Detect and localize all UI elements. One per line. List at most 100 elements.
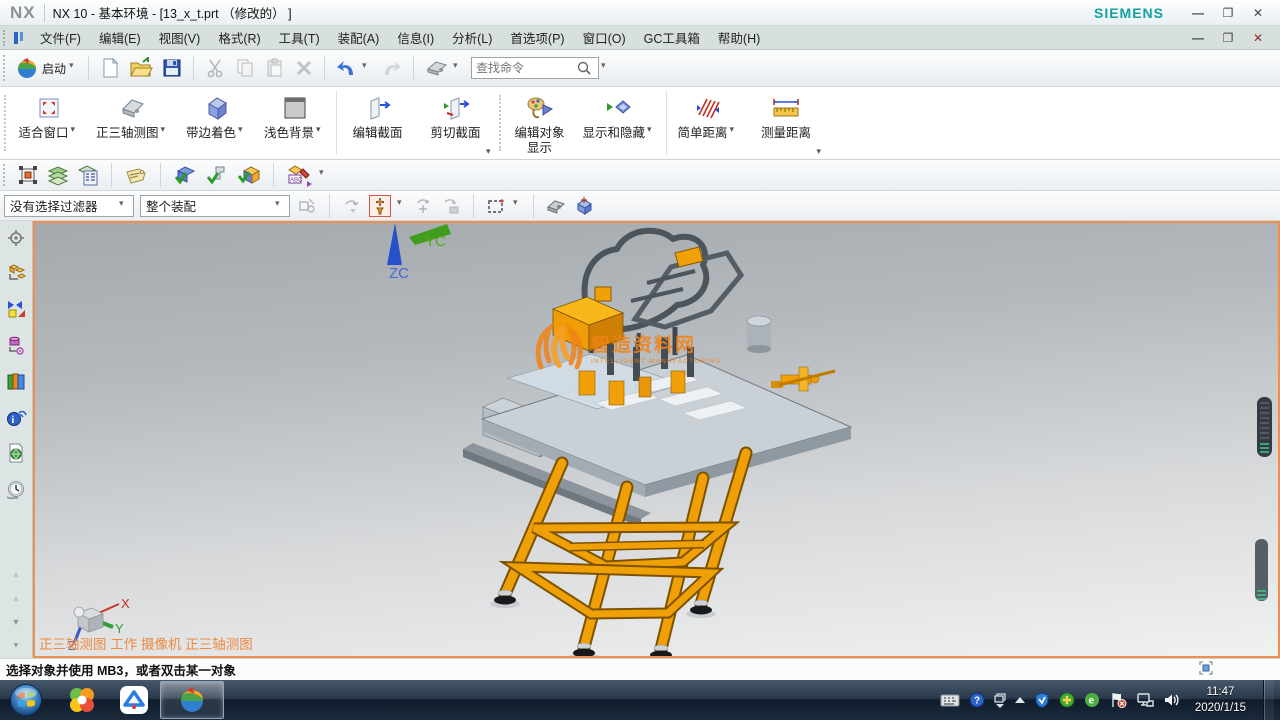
trimetric-view-button[interactable]: 正三轴测图 <box>88 87 178 159</box>
taskbar-app-nx[interactable] <box>160 681 224 719</box>
undo-button[interactable] <box>332 55 374 81</box>
menu-preferences[interactable]: 首选项(P) <box>501 26 573 49</box>
menu-assemblies[interactable]: 装配(A) <box>329 26 389 49</box>
menu-analysis[interactable]: 分析(L) <box>443 26 501 49</box>
show-hide-button[interactable]: 显示和隐藏 <box>575 87 665 159</box>
doc-minimize-button[interactable] <box>1190 31 1206 45</box>
clip-region-icon[interactable] <box>1198 660 1214 679</box>
edit-section-button[interactable]: 编辑截面 <box>339 87 417 159</box>
abc-edit-icon[interactable]: ABC <box>285 163 313 187</box>
toolbar-grip[interactable] <box>3 164 5 186</box>
toolbar-grip[interactable] <box>4 95 6 151</box>
layer-stack-icon[interactable] <box>46 163 70 187</box>
save-button[interactable] <box>158 55 186 81</box>
light-background-button[interactable]: 浅色背景 <box>256 87 334 159</box>
fit-window-button[interactable]: 适合窗口 <box>10 87 88 159</box>
check-block-icon[interactable] <box>172 163 198 187</box>
chevron-down-icon[interactable] <box>817 143 822 157</box>
hd3d-tools-icon[interactable]: i <box>5 407 27 427</box>
scroll-down-double-icon[interactable]: ⯆ <box>12 642 19 650</box>
selection-scope-combo[interactable]: 整个装配 <box>140 195 290 217</box>
show-hidden-icons-button[interactable] <box>1015 697 1025 703</box>
close-button[interactable] <box>1250 6 1266 20</box>
web-browser-icon[interactable] <box>6 443 26 463</box>
chevron-down-icon[interactable] <box>71 126 80 135</box>
selection-filter-combo[interactable]: 没有选择过滤器 <box>4 195 134 217</box>
toolbar-grip[interactable] <box>3 30 5 46</box>
new-file-button[interactable] <box>96 55 124 81</box>
open-file-button[interactable] <box>126 55 156 81</box>
chevron-down-icon[interactable] <box>69 64 78 73</box>
cube-select-icon[interactable] <box>573 195 595 217</box>
chevron-down-icon[interactable] <box>486 143 491 157</box>
security-shield-icon[interactable] <box>1034 692 1050 708</box>
menu-edit[interactable]: 编辑(E) <box>90 26 150 49</box>
wcs-triad[interactable]: ZC YC <box>387 223 451 282</box>
toolbar-grip[interactable] <box>499 95 501 151</box>
assembly-navigator-icon[interactable] <box>6 263 26 283</box>
chevron-down-icon[interactable] <box>730 126 739 135</box>
browser-e-icon[interactable]: e <box>1084 692 1100 708</box>
clip-section-button[interactable]: 剪切截面 <box>417 87 495 159</box>
toolbar-grip[interactable] <box>3 55 5 81</box>
volume-icon[interactable] <box>1163 692 1180 708</box>
chevron-down-icon[interactable] <box>362 64 371 73</box>
check-tool-icon[interactable] <box>204 163 230 187</box>
chevron-down-icon[interactable] <box>238 126 247 135</box>
search-input[interactable] <box>476 61 576 75</box>
network-icon[interactable] <box>1136 692 1154 708</box>
simple-distance-button[interactable]: 简单距离 <box>669 87 747 159</box>
show-desktop-button[interactable] <box>1263 680 1274 720</box>
chevron-down-icon[interactable] <box>319 171 328 180</box>
antivirus-plus-icon[interactable] <box>1059 692 1075 708</box>
menu-help[interactable]: 帮助(H) <box>709 26 769 49</box>
part-navigator-icon[interactable] <box>6 335 26 355</box>
chevron-down-icon[interactable] <box>119 201 128 210</box>
menu-tools[interactable]: 工具(T) <box>270 26 329 49</box>
chevron-down-icon[interactable] <box>161 126 170 135</box>
history-icon[interactable] <box>5 479 27 501</box>
chevron-down-icon[interactable] <box>601 64 610 73</box>
reuse-library-icon[interactable] <box>5 371 27 391</box>
help-icon[interactable]: ? <box>969 692 985 708</box>
start-menu-button[interactable]: 启动 <box>12 54 81 82</box>
node-handles-icon[interactable] <box>16 163 40 187</box>
doc-close-button[interactable] <box>1250 31 1266 45</box>
chevron-down-icon[interactable] <box>316 126 325 135</box>
language-restore[interactable] <box>994 693 1006 708</box>
menu-window[interactable]: 窗口(O) <box>574 26 635 49</box>
constraint-navigator-icon[interactable] <box>6 299 26 319</box>
menu-file[interactable]: 文件(F) <box>31 26 90 49</box>
start-button[interactable] <box>8 682 44 718</box>
menu-gc-toolbox[interactable]: GC工具箱 <box>635 26 709 49</box>
action-center-flag-icon[interactable] <box>1109 692 1127 708</box>
scroll-down-icon[interactable]: ▼ <box>12 618 21 626</box>
taskbar-app-swirl[interactable] <box>56 680 108 720</box>
snap-point-filter-icon[interactable] <box>369 195 391 217</box>
minimize-button[interactable] <box>1190 6 1206 20</box>
note-tag-icon[interactable] <box>123 163 149 187</box>
edit-object-display-button[interactable]: 编辑对象显示 <box>505 87 575 159</box>
command-finder[interactable] <box>471 57 599 79</box>
input-method-icon[interactable] <box>940 692 960 708</box>
sheet-list-icon[interactable] <box>76 163 100 187</box>
menu-information[interactable]: 信息(I) <box>388 26 443 49</box>
check-cube-icon[interactable] <box>236 163 262 187</box>
menu-view[interactable]: 视图(V) <box>150 26 210 49</box>
shaded-tool-icon[interactable] <box>545 195 567 217</box>
marquee-select-icon[interactable] <box>485 195 507 217</box>
chevron-down-icon[interactable] <box>513 201 522 210</box>
search-icon[interactable] <box>576 60 592 76</box>
taskbar-clock[interactable]: 11:47 2020/1/15 <box>1195 684 1246 716</box>
graphics-viewport[interactable]: ZC YC <box>33 221 1280 658</box>
chevron-down-icon[interactable] <box>647 126 656 135</box>
chevron-down-icon[interactable] <box>453 64 462 73</box>
restore-button[interactable] <box>1220 6 1236 20</box>
measure-distance-button[interactable]: 测量距离 <box>747 87 825 159</box>
roles-icon[interactable] <box>7 229 25 247</box>
menu-format[interactable]: 格式(R) <box>209 26 269 49</box>
chevron-down-icon[interactable] <box>275 201 284 210</box>
machine-model[interactable] <box>463 231 1272 656</box>
3d-model-scene[interactable]: ZC YC <box>35 223 1278 656</box>
shaded-with-edges-button[interactable]: 带边着色 <box>178 87 256 159</box>
